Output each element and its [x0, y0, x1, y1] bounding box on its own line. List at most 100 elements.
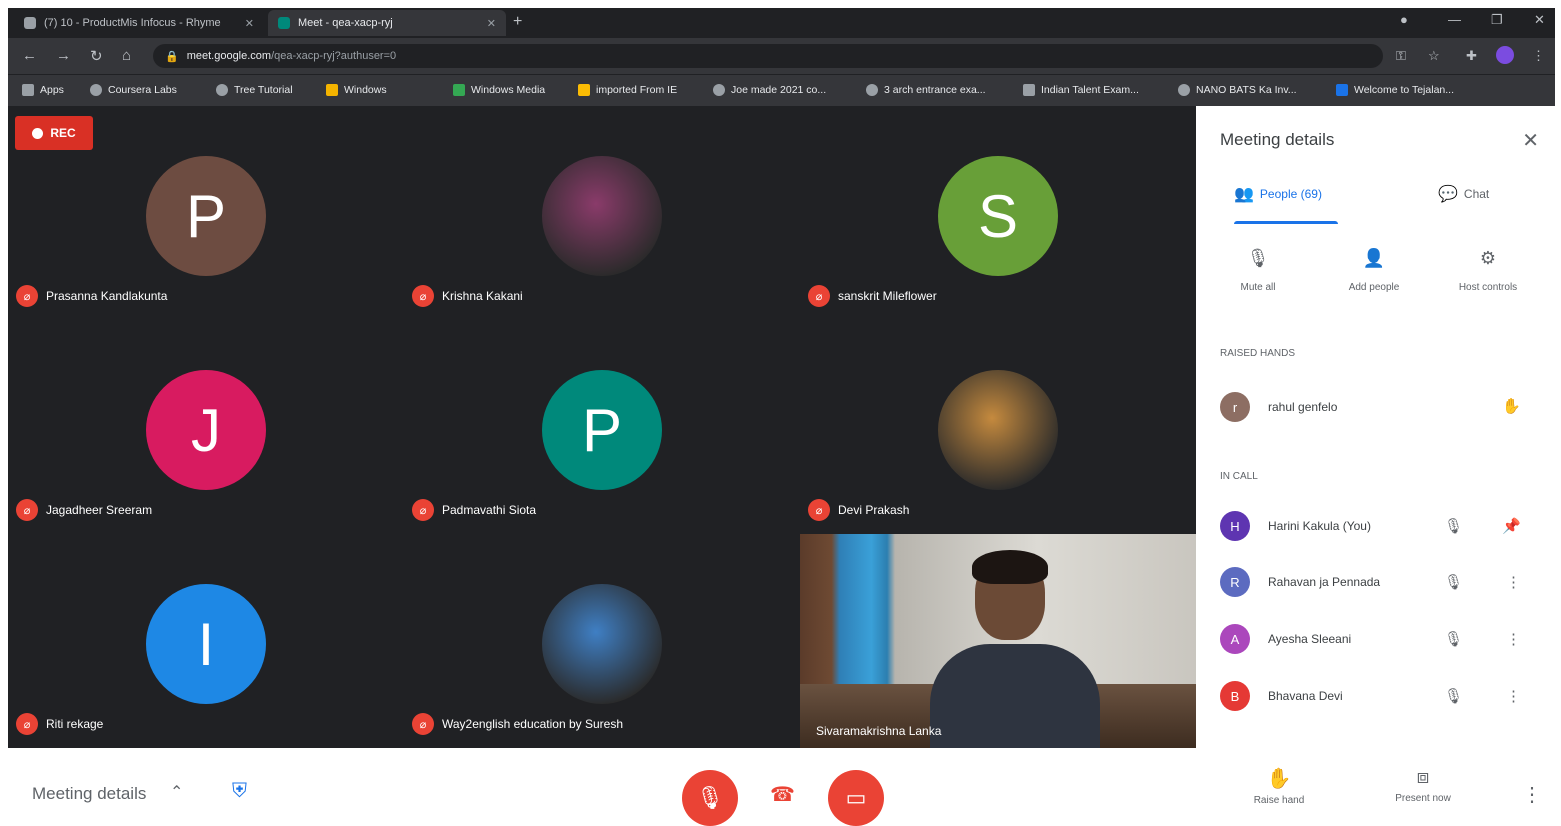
bookmark-icon [1336, 84, 1348, 96]
close-window-icon[interactable]: ✕ [1534, 12, 1545, 28]
bookmark-item[interactable]: Welcome to Tejalan... [1336, 84, 1454, 96]
extensions-icon[interactable]: ✚ [1466, 48, 1477, 64]
mic-off-icon: ⌀ [808, 499, 830, 521]
bookmark-item[interactable]: NANO BATS Ka Inv... [1178, 84, 1297, 96]
more-options-icon[interactable]: ⋮ [1506, 573, 1521, 591]
bookmark-item[interactable]: Coursera Labs [90, 84, 177, 96]
address-bar[interactable]: 🔒 meet.google.com /qea-xacp-ryj?authuser… [153, 44, 1383, 68]
chat-icon: 💬 [1438, 186, 1458, 203]
participant-tile[interactable]: ⌀ Krishna Kakani [404, 106, 800, 320]
person-row[interactable]: H Harini Kakula (You) 🎙 📌 [1220, 506, 1535, 546]
close-tab-icon[interactable]: ✕ [479, 17, 496, 30]
participant-avatar: P [146, 156, 266, 276]
raised-hand-icon[interactable]: ✋ [1502, 397, 1521, 415]
meeting-stage: REC P ⌀ Prasanna Kandlakunta ⌀ Krishna Kak… [8, 106, 1196, 748]
person-row[interactable]: B Bhavana Devi 🎙 ⋮ [1220, 676, 1535, 716]
bookmark-icon [578, 84, 590, 96]
close-icon[interactable]: ✕ [1522, 128, 1539, 153]
presenter-video-tile[interactable]: Sivaramakrishna Lanka [800, 534, 1196, 748]
participant-tile[interactable]: P ⌀ Prasanna Kandlakunta [8, 106, 404, 320]
camera-toggle-button[interactable]: ▭ [828, 770, 884, 826]
back-icon[interactable]: ← [22, 47, 37, 64]
maximize-icon[interactable]: ❐ [1491, 12, 1503, 28]
host-controls-button[interactable]: ⚙ Host controls [1438, 248, 1538, 293]
key-icon[interactable]: ⚿ [1396, 48, 1406, 64]
tab-favicon [24, 17, 36, 29]
profile-avatar[interactable] [1496, 46, 1514, 64]
close-tab-icon[interactable]: ✕ [237, 17, 254, 30]
participant-nameplate: ⌀ Prasanna Kandlakunta [16, 285, 167, 307]
shield-icon[interactable]: ⛨ [232, 780, 252, 804]
bookmark-item[interactable]: Tree Tutorial [216, 84, 293, 96]
raised-hands-heading: RAISED HANDS [1220, 348, 1296, 359]
participant-avatar: S [938, 156, 1058, 276]
browser-tab-1[interactable]: (7) 10 - ProductMis Infocus - Rhyme ✕ [14, 10, 264, 36]
pin-icon[interactable]: 📌 [1502, 517, 1521, 535]
person-name: Harini Kakula (You) [1268, 519, 1371, 533]
person-row[interactable]: R Rahavan ja Pennada 🎙 ⋮ [1220, 562, 1535, 602]
bookmark-item[interactable]: Windows [326, 84, 387, 96]
browser-tab-2[interactable]: Meet - qea-xacp-ryj ✕ [268, 10, 506, 36]
more-options-icon[interactable]: ⋮ [1506, 630, 1521, 648]
avatar: r [1220, 392, 1250, 422]
mic-off-icon: ⌀ [16, 713, 38, 735]
home-icon[interactable]: ⌂ [122, 47, 131, 64]
present-icon: ⧈ [1416, 766, 1430, 788]
url-path: /qea-xacp-ryj?authuser=0 [271, 50, 397, 62]
participant-tile[interactable]: ⌀ Way2english education by Suresh [404, 534, 800, 748]
hang-up-button[interactable]: ☎ [770, 782, 795, 807]
presenter-video [930, 550, 1100, 748]
bookmark-item[interactable]: 3 arch entrance exa... [866, 84, 986, 96]
more-options-icon[interactable]: ⋮ [1506, 687, 1521, 705]
mic-off-icon[interactable]: 🎙 [1444, 630, 1463, 648]
add-people-button[interactable]: 👤 Add people [1324, 248, 1424, 293]
bookmark-icon [453, 84, 465, 96]
bookmark-item[interactable]: Indian Talent Exam... [1023, 84, 1139, 96]
participant-nameplate: ⌀ sanskrit Mileflower [808, 285, 937, 307]
raised-hand-row[interactable]: r rahul genfelo ✋ [1220, 387, 1535, 427]
account-icon[interactable]: ● [1400, 12, 1408, 27]
menu-icon[interactable]: ⋮ [1532, 48, 1545, 64]
participant-nameplate: ⌀ Krishna Kakani [412, 285, 523, 307]
participant-photo [938, 370, 1058, 490]
reload-icon[interactable]: ↻ [90, 47, 103, 65]
browser-chrome: (7) 10 - ProductMis Infocus - Rhyme ✕ Me… [8, 8, 1555, 107]
bookmark-item[interactable]: Joe made 2021 co... [713, 84, 826, 96]
tab-strip: (7) 10 - ProductMis Infocus - Rhyme ✕ Me… [8, 8, 1555, 38]
tab-chat[interactable]: 💬 Chat [1438, 184, 1489, 204]
participant-tile[interactable]: J ⌀ Jagadheer Sreeram [8, 320, 404, 534]
panel-title: Meeting details [1220, 130, 1335, 149]
participant-tile[interactable]: I ⌀ Riti rekage [8, 534, 404, 748]
forward-icon[interactable]: → [56, 47, 71, 64]
present-now-button[interactable]: ⧈ Present now [1378, 766, 1468, 804]
mute-all-button[interactable]: 🎙 Mute all [1208, 248, 1308, 293]
tab-people[interactable]: 👥 People (69) [1234, 184, 1322, 204]
chevron-up-icon[interactable]: ⌃ [170, 782, 183, 802]
presenter-nameplate: Sivaramakrishna Lanka [816, 724, 942, 738]
participant-avatar: J [146, 370, 266, 490]
mic-off-icon: ⌀ [16, 499, 38, 521]
person-row[interactable]: A Ayesha Sleeani 🎙 ⋮ [1220, 619, 1535, 659]
mic-off-icon[interactable]: 🎙 [1444, 573, 1463, 591]
star-icon[interactable]: ☆ [1428, 48, 1440, 64]
bookmark-item[interactable]: imported From IE [578, 84, 677, 96]
participant-nameplate: ⌀ Padmavathi Siota [412, 499, 536, 521]
participant-tile[interactable]: S ⌀ sanskrit Mileflower [800, 106, 1196, 320]
more-options-icon[interactable]: ⋮ [1522, 782, 1542, 807]
participant-tile[interactable]: ⌀ Devi Prakash [800, 320, 1196, 534]
bookmark-icon [1178, 84, 1190, 96]
mic-off-icon[interactable]: 🎙 [1444, 687, 1463, 705]
bookmark-apps[interactable]: Apps [22, 84, 64, 96]
bookmark-icon [326, 84, 338, 96]
navigation-bar: ← → ↻ ⌂ 🔒 meet.google.com /qea-xacp-ryj?… [8, 38, 1555, 74]
participant-tile[interactable]: P ⌀ Padmavathi Siota [404, 320, 800, 534]
mic-toggle-button[interactable]: 🎙 [682, 770, 738, 826]
minimize-icon[interactable]: — [1448, 12, 1461, 27]
meeting-details-button[interactable]: Meeting details [32, 784, 146, 804]
new-tab-button[interactable]: + [513, 13, 522, 31]
mic-off-icon[interactable]: 🎙 [1444, 517, 1463, 535]
raise-hand-button[interactable]: ✋ Raise hand [1234, 766, 1324, 806]
bookmark-item[interactable]: Windows Media [453, 84, 545, 96]
person-name: rahul genfelo [1268, 400, 1338, 414]
person-name: Ayesha Sleeani [1268, 632, 1352, 646]
